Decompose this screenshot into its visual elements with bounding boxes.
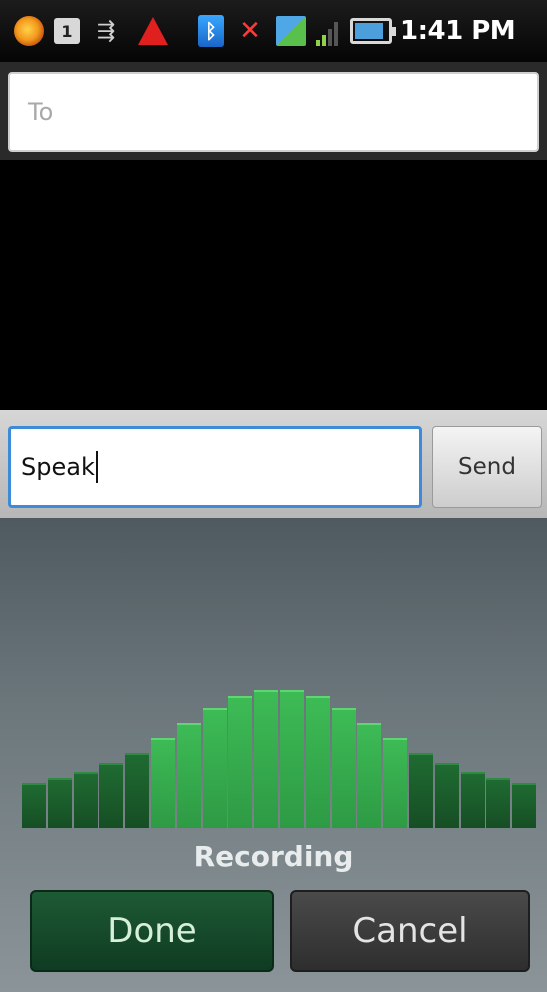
- level-bar: [383, 738, 407, 828]
- bluetooth-icon: ᛒ: [198, 15, 224, 47]
- sd-card-icon: 1: [54, 18, 80, 44]
- clock: 1:41 PM: [400, 16, 516, 46]
- compose-row: Speak Send: [0, 410, 547, 518]
- level-bar: [306, 696, 330, 828]
- level-bar: [512, 783, 536, 828]
- signal-icon: [316, 16, 344, 46]
- level-bar: [435, 763, 459, 828]
- done-button[interactable]: Done: [30, 890, 274, 972]
- firefox-icon: [14, 16, 44, 46]
- level-bar: [409, 753, 433, 828]
- text-caret: [95, 451, 98, 483]
- level-bar: [22, 783, 46, 828]
- level-bar: [280, 690, 304, 828]
- battery-icon: [350, 18, 396, 44]
- level-bar: [99, 763, 123, 828]
- conversation-area: [0, 160, 547, 410]
- level-bar: [203, 708, 227, 828]
- level-bar: [486, 778, 510, 828]
- level-bar: [125, 753, 149, 828]
- level-bar: [357, 723, 381, 828]
- level-bar: [48, 778, 72, 828]
- level-bar: [151, 738, 175, 828]
- data-sync-icon: [276, 16, 306, 46]
- mute-icon: ✕: [239, 16, 261, 46]
- level-bar: [332, 708, 356, 828]
- to-field[interactable]: To: [8, 72, 539, 152]
- send-button[interactable]: Send: [432, 426, 542, 508]
- usb-icon: ⇶: [96, 18, 116, 44]
- recipient-bar: To: [0, 62, 547, 160]
- status-bar: 1 ⇶ ᛒ ✕ 1:41 PM: [0, 0, 547, 62]
- level-bar: [228, 696, 252, 828]
- cancel-button[interactable]: Cancel: [290, 890, 530, 972]
- warning-icon: [138, 17, 168, 45]
- level-bar: [254, 690, 278, 828]
- level-bar: [177, 723, 201, 828]
- voice-level-meter: [22, 678, 538, 828]
- message-input[interactable]: Speak: [8, 426, 422, 508]
- level-bar: [74, 772, 98, 828]
- voice-input-panel: Recording Done Cancel: [0, 518, 547, 992]
- message-text: Speak: [21, 453, 95, 481]
- level-bar: [461, 772, 485, 828]
- recording-status: Recording: [193, 840, 354, 873]
